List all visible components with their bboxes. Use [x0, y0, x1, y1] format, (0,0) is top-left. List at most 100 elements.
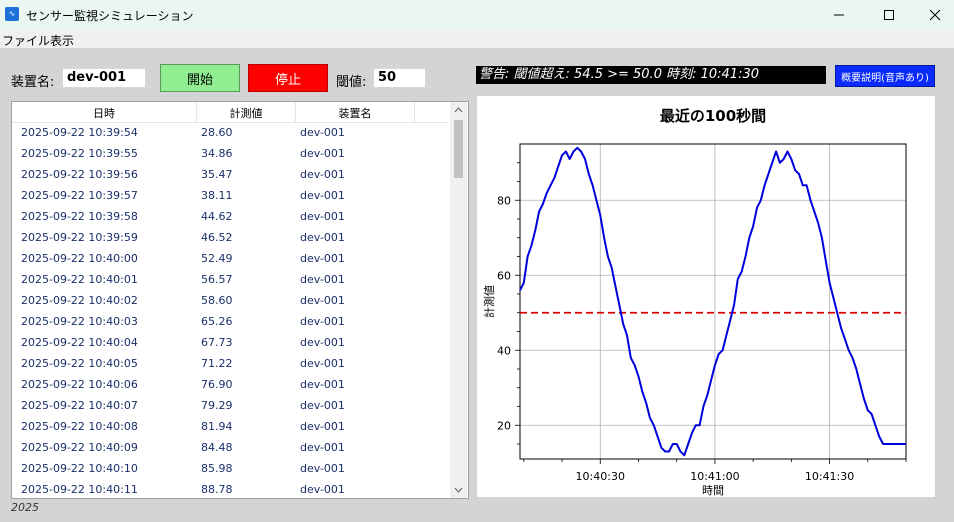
- cell-device: dev-001: [300, 357, 345, 370]
- cell-datetime: 2025-09-22 10:40:09: [21, 441, 138, 454]
- data-point: [573, 151, 575, 153]
- cell-datetime: 2025-09-22 10:39:59: [21, 231, 138, 244]
- data-point: [546, 192, 548, 194]
- table-scrollbar[interactable]: [450, 102, 467, 498]
- data-point: [527, 256, 529, 258]
- data-point: [657, 436, 659, 438]
- table-row[interactable]: 2025-09-22 10:40:05 71.22 dev-001: [12, 354, 449, 375]
- data-point: [787, 151, 789, 153]
- data-point: [642, 391, 644, 393]
- data-point: [580, 151, 582, 153]
- data-point: [668, 451, 670, 453]
- data-point: [752, 226, 754, 228]
- data-point: [894, 443, 896, 445]
- table-row[interactable]: 2025-09-22 10:40:10 85.98 dev-001: [12, 459, 449, 480]
- data-point: [836, 312, 838, 314]
- cell-value: 46.52: [201, 231, 233, 244]
- scrollbar-thumb[interactable]: [454, 120, 463, 178]
- cell-device: dev-001: [300, 294, 345, 307]
- data-point: [859, 383, 861, 385]
- table-row[interactable]: 2025-09-22 10:40:00 52.49 dev-001: [12, 249, 449, 270]
- y-tick-label: 40: [497, 344, 511, 357]
- data-point: [814, 211, 816, 213]
- cell-value: 56.57: [201, 273, 233, 286]
- cell-value: 52.49: [201, 252, 233, 265]
- scroll-up-icon[interactable]: [454, 107, 463, 113]
- col-header-device[interactable]: 装置名: [296, 105, 414, 121]
- data-point: [569, 158, 571, 160]
- cell-datetime: 2025-09-22 10:40:07: [21, 399, 138, 412]
- maximize-button[interactable]: [866, 0, 912, 30]
- table-row[interactable]: 2025-09-22 10:39:54 28.60 dev-001: [12, 123, 449, 144]
- data-point: [726, 335, 728, 337]
- device-name-input[interactable]: dev-001: [62, 68, 146, 88]
- cell-value: 85.98: [201, 462, 233, 475]
- data-point: [768, 173, 770, 175]
- table-row[interactable]: 2025-09-22 10:40:07 79.29 dev-001: [12, 396, 449, 417]
- data-point: [684, 455, 686, 457]
- data-point: [810, 200, 812, 202]
- data-point: [607, 256, 609, 258]
- scroll-down-icon[interactable]: [454, 487, 463, 493]
- cell-datetime: 2025-09-22 10:40:03: [21, 315, 138, 328]
- column-divider[interactable]: [414, 102, 415, 122]
- data-point: [760, 200, 762, 202]
- data-point: [779, 162, 781, 164]
- minimize-button[interactable]: [816, 0, 862, 30]
- table-row[interactable]: 2025-09-22 10:39:57 38.11 dev-001: [12, 186, 449, 207]
- data-point: [882, 443, 884, 445]
- table-row[interactable]: 2025-09-22 10:40:08 81.94 dev-001: [12, 417, 449, 438]
- table-row[interactable]: 2025-09-22 10:40:01 56.57 dev-001: [12, 270, 449, 291]
- data-table[interactable]: 日時 計測値 装置名 2025-09-22 10:39:54 28.60 dev-0…: [11, 101, 469, 499]
- minimize-icon: [834, 14, 844, 16]
- data-point: [661, 447, 663, 449]
- cell-device: dev-001: [300, 483, 345, 496]
- data-point: [722, 350, 724, 352]
- cell-device: dev-001: [300, 147, 345, 160]
- table-row[interactable]: 2025-09-22 10:39:58 44.62 dev-001: [12, 207, 449, 228]
- chart-title: 最近の100秒間: [660, 107, 766, 125]
- table-row[interactable]: 2025-09-22 10:40:02 58.60 dev-001: [12, 291, 449, 312]
- menu-file[interactable]: ファイル: [2, 32, 50, 49]
- cell-device: dev-001: [300, 126, 345, 139]
- data-point: [523, 282, 525, 284]
- table-row[interactable]: 2025-09-22 10:39:56 35.47 dev-001: [12, 165, 449, 186]
- threshold-input[interactable]: 50: [373, 68, 426, 88]
- data-point: [775, 151, 777, 153]
- alert-banner: 警告: 閾値超え: 54.5 >= 50.0 時刻: 10:41:30: [476, 66, 826, 84]
- data-point: [741, 271, 743, 273]
- data-point: [676, 443, 678, 445]
- table-row[interactable]: 2025-09-22 10:40:04 67.73 dev-001: [12, 333, 449, 354]
- table-row[interactable]: 2025-09-22 10:40:06 76.90 dev-001: [12, 375, 449, 396]
- main-panel: 装置名: dev-001 開始 停止 閾値: 50 警告: 閾値超え: 54.5…: [0, 48, 954, 522]
- data-point: [630, 357, 632, 359]
- data-point: [680, 451, 682, 453]
- data-point: [718, 353, 720, 355]
- table-row[interactable]: 2025-09-22 10:40:09 84.48 dev-001: [12, 438, 449, 459]
- col-header-value[interactable]: 計測値: [197, 105, 295, 121]
- data-point: [687, 443, 689, 445]
- data-point: [588, 173, 590, 175]
- stop-button[interactable]: 停止: [248, 64, 328, 92]
- chart-panel: 最近の100秒間 20 40 60 80 10:40:30 10:41:00 10:41:30…: [477, 96, 935, 497]
- data-point: [905, 443, 907, 445]
- data-point: [672, 443, 674, 445]
- menu-view[interactable]: 表示: [50, 32, 74, 49]
- help-audio-button[interactable]: 概要説明(音声あり): [835, 65, 935, 87]
- close-button[interactable]: [912, 0, 954, 30]
- cell-device: dev-001: [300, 273, 345, 286]
- window-title: センサー監視シミュレーション: [26, 9, 194, 23]
- cell-datetime: 2025-09-22 10:40:04: [21, 336, 138, 349]
- plot-frame: [519, 143, 907, 460]
- table-row[interactable]: 2025-09-22 10:39:59 46.52 dev-001: [12, 228, 449, 249]
- table-row[interactable]: 2025-09-22 10:40:11 88.78 dev-001: [12, 480, 449, 498]
- col-header-datetime[interactable]: 日時: [12, 105, 196, 121]
- cell-value: 81.94: [201, 420, 233, 433]
- cell-datetime: 2025-09-22 10:40:10: [21, 462, 138, 475]
- table-row[interactable]: 2025-09-22 10:40:03 65.26 dev-001: [12, 312, 449, 333]
- status-text: 2025: [11, 501, 39, 514]
- table-row[interactable]: 2025-09-22 10:39:55 34.86 dev-001: [12, 144, 449, 165]
- start-button[interactable]: 開始: [160, 64, 240, 92]
- data-point: [531, 245, 533, 247]
- cell-value: 76.90: [201, 378, 233, 391]
